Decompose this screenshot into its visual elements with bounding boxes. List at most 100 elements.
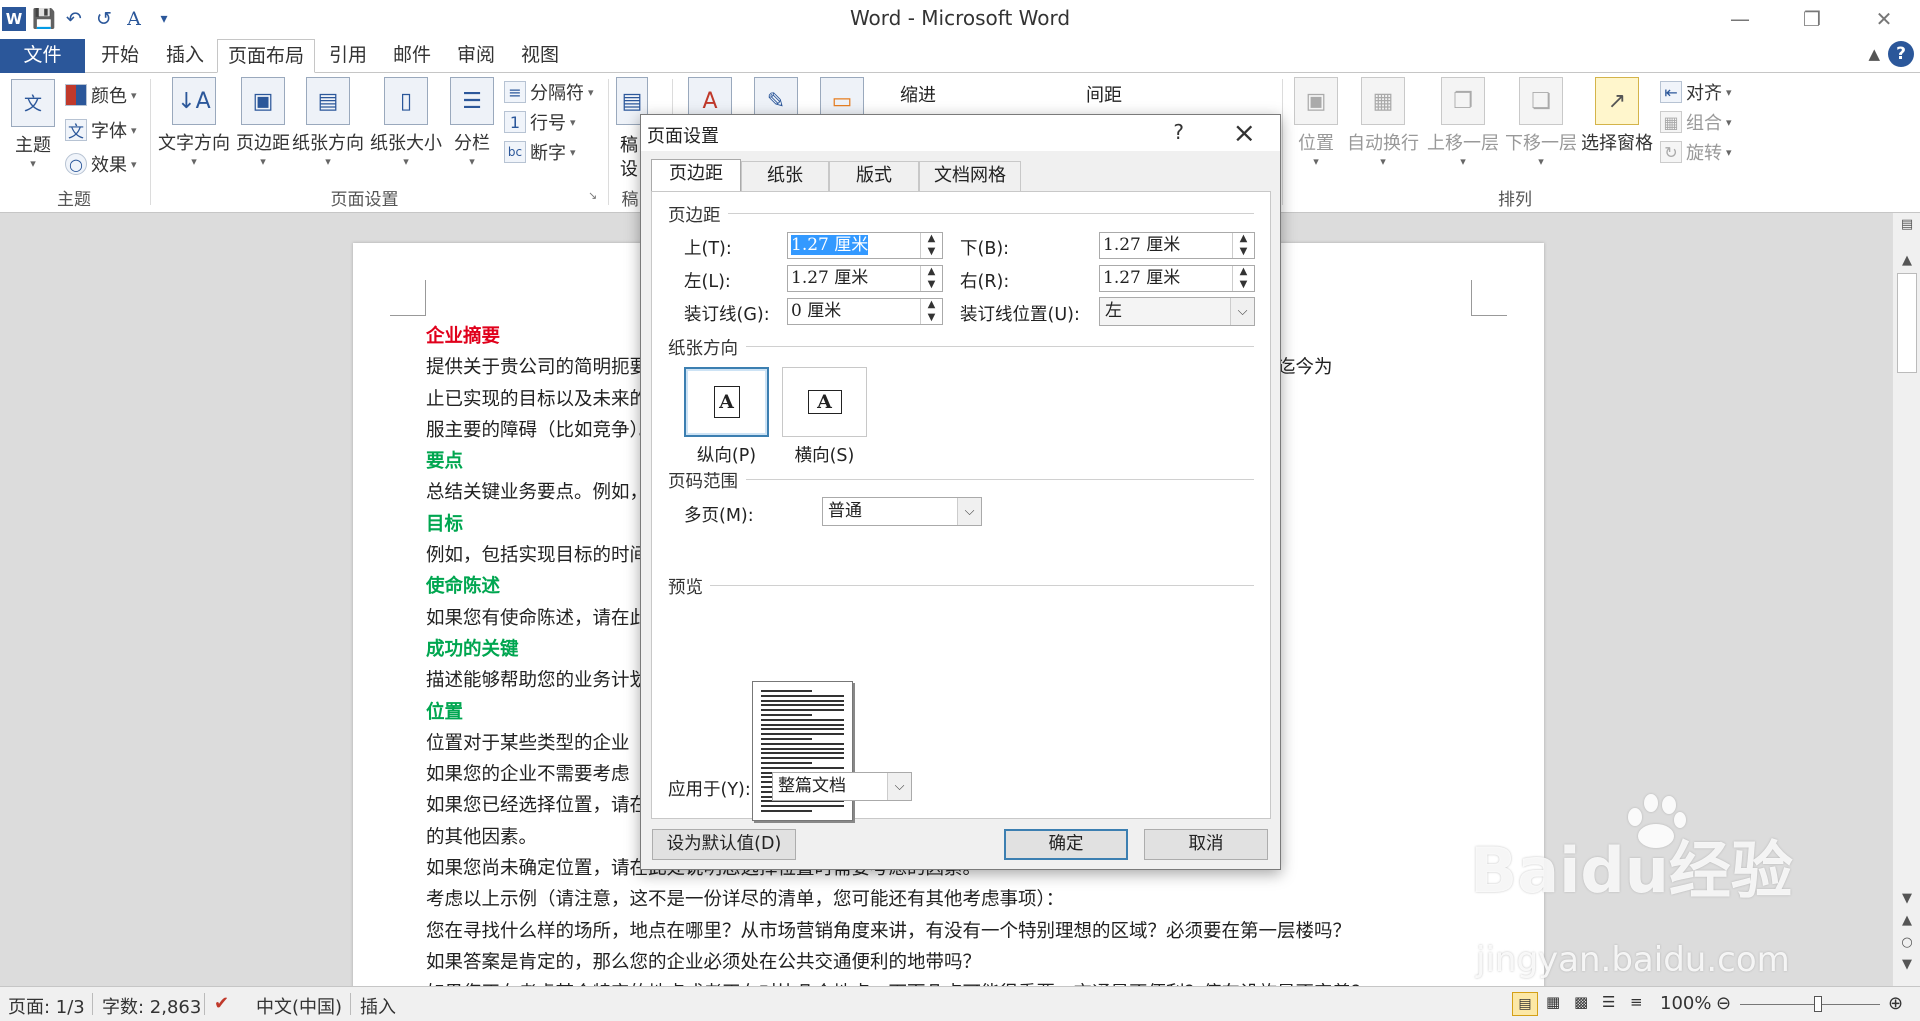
close-icon[interactable]: ✕ xyxy=(1848,0,1920,37)
language-indicator[interactable]: 中文(中国) xyxy=(256,993,342,1019)
insert-mode-indicator[interactable]: 插入 xyxy=(360,993,396,1019)
previous-page-icon[interactable]: ▲ xyxy=(1893,913,1920,928)
breaks-button[interactable]: ≡ 分隔符 ▾ xyxy=(504,79,594,105)
tab-layout[interactable]: 版式 xyxy=(829,161,919,191)
line-numbers-button[interactable]: 1 行号 ▾ xyxy=(504,109,576,135)
gutter-position-select[interactable]: 左 ⌵ xyxy=(1099,297,1255,326)
size-button[interactable]: ▯ 纸张大小 ▾ xyxy=(368,77,444,168)
preview-line xyxy=(761,690,812,692)
portrait-option[interactable]: A xyxy=(684,367,769,437)
right-margin-value[interactable]: 1.27 厘米 xyxy=(1100,266,1232,291)
top-margin-label: 上(T): xyxy=(684,239,732,259)
tab-margins[interactable]: 页边距 xyxy=(651,159,741,191)
bring-forward-button[interactable]: ❐ 上移一层 ▾ xyxy=(1424,77,1502,168)
tab-references[interactable]: 引用 xyxy=(318,39,378,73)
right-margin-spinner[interactable]: 1.27 厘米 ▲ ▼ xyxy=(1099,265,1255,292)
spin-up-icon[interactable]: ▲ xyxy=(1233,266,1254,279)
page-size-icon: ▯ xyxy=(384,77,428,125)
ruler-toggle-icon[interactable]: ▤ xyxy=(1893,217,1920,232)
scroll-thumb[interactable] xyxy=(1897,273,1917,373)
themes-button[interactable]: 文 主题 ▾ xyxy=(8,79,58,170)
chevron-down-icon[interactable]: ⌵ xyxy=(957,498,981,525)
gutter-spinner[interactable]: 0 厘米 ▲ ▼ xyxy=(787,298,943,325)
colors-icon xyxy=(65,84,87,106)
hyphenation-button[interactable]: bc 断字 ▾ xyxy=(504,139,576,165)
tab-document-grid[interactable]: 文档网格 xyxy=(919,161,1021,191)
tab-page-layout[interactable]: 页面布局 xyxy=(217,39,315,73)
spacing-label: 间距 xyxy=(1086,85,1122,106)
restore-icon[interactable]: ❐ xyxy=(1776,0,1848,37)
page-setup-launcher-icon[interactable]: ↘ xyxy=(588,189,597,202)
dialog-help-icon[interactable]: ? xyxy=(1173,120,1184,144)
page-count[interactable]: 页面: 1/3 xyxy=(8,993,85,1019)
chevron-down-icon[interactable]: ⌵ xyxy=(1230,298,1254,325)
spin-up-icon[interactable]: ▲ xyxy=(921,233,942,246)
top-margin-spinner[interactable]: 1.27 厘米 ▲ ▼ xyxy=(787,232,943,259)
dialog-title-bar[interactable]: 页面设置 ? × xyxy=(641,115,1280,151)
group-button[interactable]: ▦ 组合 ▾ xyxy=(1660,109,1732,135)
left-margin-value[interactable]: 1.27 厘米 xyxy=(788,266,920,291)
align-button[interactable]: ⇤ 对齐 ▾ xyxy=(1660,79,1732,105)
spin-down-icon[interactable]: ▼ xyxy=(921,279,942,292)
chevron-down-icon[interactable]: ⌵ xyxy=(887,773,911,800)
effects-button[interactable]: ○ 效果 ▾ xyxy=(65,151,137,177)
zoom-in-icon[interactable]: ⊕ xyxy=(1888,993,1903,1014)
help-icon[interactable]: ? xyxy=(1888,41,1914,67)
tab-insert[interactable]: 插入 xyxy=(155,39,215,73)
spin-down-icon[interactable]: ▼ xyxy=(921,246,942,259)
columns-button[interactable]: ☰ 分栏 ▾ xyxy=(446,77,498,168)
multiple-pages-label: 多页(M): xyxy=(684,506,754,526)
multiple-pages-select[interactable]: 普通 ⌵ xyxy=(822,497,982,526)
text-direction-button[interactable]: ↓A 文字方向 ▾ xyxy=(155,77,233,168)
colors-button[interactable]: 颜色 ▾ xyxy=(65,82,137,108)
wrap-text-button[interactable]: ▦ 自动换行 ▾ xyxy=(1344,77,1422,168)
gutter-value[interactable]: 0 厘米 xyxy=(788,299,920,324)
portrait-label[interactable]: 纵向(P) xyxy=(684,442,769,467)
tab-file[interactable]: 文件 xyxy=(0,39,85,73)
fonts-button[interactable]: 文 字体 ▾ xyxy=(65,117,137,143)
wrap-text-icon: ▦ xyxy=(1361,77,1405,125)
left-margin-spinner[interactable]: 1.27 厘米 ▲ ▼ xyxy=(787,265,943,292)
proofing-icon[interactable]: ✔ xyxy=(214,993,229,1014)
tab-home[interactable]: 开始 xyxy=(85,39,155,73)
preview-line xyxy=(761,733,844,736)
doc-paragraph-line: 如果答案是肯定的，那么您的企业必须处在公共交通便利的地带吗？ xyxy=(426,951,982,973)
right-margin-label: 右(R): xyxy=(960,272,1010,292)
spin-down-icon[interactable]: ▼ xyxy=(1233,246,1254,259)
browse-object-icon[interactable]: ○ xyxy=(1893,935,1920,950)
top-margin-value[interactable]: 1.27 厘米 xyxy=(791,235,869,255)
spin-down-icon[interactable]: ▼ xyxy=(1233,279,1254,292)
landscape-option[interactable]: A xyxy=(782,367,867,437)
bottom-margin-spinner[interactable]: 1.27 厘米 ▲ ▼ xyxy=(1099,232,1255,259)
send-backward-button[interactable]: ❏ 下移一层 ▾ xyxy=(1502,77,1580,168)
selection-pane-button[interactable]: ↗ 选择窗格 xyxy=(1578,77,1656,155)
apply-to-select[interactable]: 整篇文档 ⌵ xyxy=(772,772,912,801)
landscape-label[interactable]: 横向(S) xyxy=(782,442,867,467)
collapse-ribbon-icon[interactable]: ▲ xyxy=(1868,45,1880,63)
cancel-button[interactable]: 取消 xyxy=(1144,829,1268,860)
ok-button[interactable]: 确定 xyxy=(1004,829,1128,860)
rotate-button[interactable]: ↻ 旋转 ▾ xyxy=(1660,139,1732,165)
tab-paper[interactable]: 纸张 xyxy=(741,161,829,191)
spin-up-icon[interactable]: ▲ xyxy=(921,266,942,279)
spin-up-icon[interactable]: ▲ xyxy=(921,299,942,312)
orientation-button[interactable]: ▤ 纸张方向 ▾ xyxy=(292,77,364,168)
bottom-margin-value[interactable]: 1.27 厘米 xyxy=(1100,233,1232,258)
tab-view[interactable]: 视图 xyxy=(510,39,570,73)
scroll-down-icon[interactable]: ▼ xyxy=(1893,891,1920,906)
tab-mailings[interactable]: 邮件 xyxy=(382,39,442,73)
scroll-up-icon[interactable]: ▲ xyxy=(1893,253,1920,268)
vertical-scrollbar[interactable]: ▤ ▲ ▼ ▲ ○ ▼ xyxy=(1892,213,1920,986)
set-default-button[interactable]: 设为默认值(D) xyxy=(652,829,796,860)
spin-up-icon[interactable]: ▲ xyxy=(1233,233,1254,246)
margins-button[interactable]: ▣ 页边距 ▾ xyxy=(233,77,293,168)
hyphenation-icon: bc xyxy=(504,141,526,163)
minimize-icon[interactable]: — xyxy=(1704,0,1776,37)
spin-down-icon[interactable]: ▼ xyxy=(921,312,942,325)
word-count[interactable]: 字数: 2,863 xyxy=(102,993,201,1019)
landscape-page-icon: A xyxy=(807,390,842,414)
position-button[interactable]: ▣ 位置 ▾ xyxy=(1290,77,1342,168)
tab-review[interactable]: 审阅 xyxy=(446,39,506,73)
dialog-close-icon[interactable]: × xyxy=(1233,116,1256,149)
next-page-icon[interactable]: ▼ xyxy=(1893,957,1920,972)
